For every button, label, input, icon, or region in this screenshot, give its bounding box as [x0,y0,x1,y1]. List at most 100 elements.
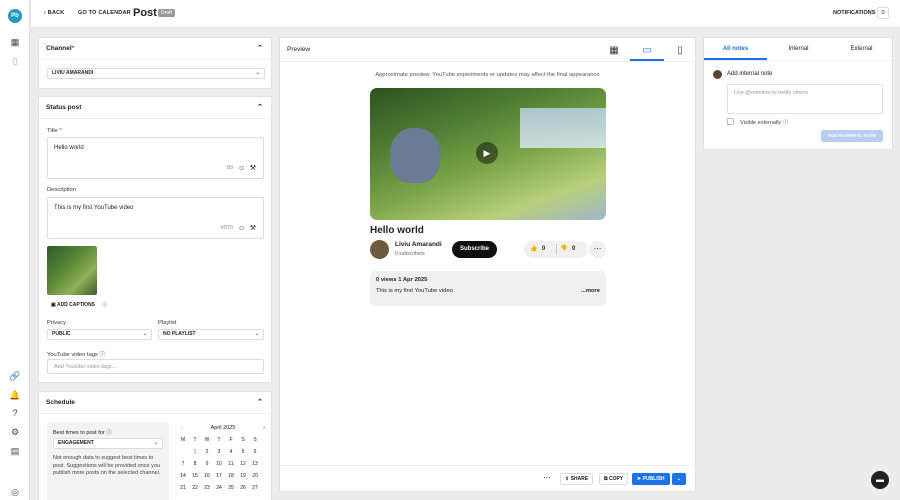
calendar-day[interactable]: 23 [201,482,213,494]
description-box[interactable]: 0 views 1 Apr 2025 This is my first YouT… [370,271,606,306]
calendar-grid: MTWTFSS 123456 7 8 9 10 11 12 13 14 15 16 17 18 19 2… [177,434,261,494]
notifications-count: 0 [877,7,889,19]
notifications-icon[interactable]: 🔔 [9,389,21,401]
publish-button[interactable]: ➤ PUBLISH [632,473,670,485]
link-icon[interactable]: 🔗 [9,370,21,382]
calendar-day[interactable]: 6 [249,446,261,458]
description-field[interactable]: This is my first YouTube video 4970 ☺ ⚒ [47,197,264,239]
desktop-view-icon[interactable]: ▭ [630,41,664,61]
chevron-right-icon[interactable]: › [263,422,265,434]
chevron-left-icon[interactable]: ‹ [181,422,183,434]
calendar-day[interactable]: 4 [225,446,237,458]
chat-icon[interactable]: ▬ [871,471,889,489]
apps-icon[interactable]: ▦ [9,36,21,48]
calendar-day[interactable]: 9 [201,458,213,470]
weekday: S [241,437,245,443]
calendar-day[interactable]: 5 [237,446,249,458]
video-player[interactable]: ▶ [370,88,606,220]
settings-icon[interactable]: ⚙ [9,426,21,438]
copy-button[interactable]: ⧉ COPY [599,473,629,485]
back-button[interactable]: ‹ BACK [44,10,64,16]
playlist-label: Playlist [158,320,177,326]
notes-tabs: All notes Internal External [704,38,892,61]
more-options-icon[interactable]: ⋯ [543,473,551,482]
thumbs-down-icon[interactable]: 👎 [560,241,567,258]
emoji-icon[interactable]: ☺ [238,165,245,172]
privacy-select[interactable]: PUBLIC ⌄ [47,329,152,340]
status-post-header[interactable]: Status post ⌃ [39,97,271,119]
visible-externally-checkbox[interactable] [727,118,734,125]
calendar-day[interactable]: 7 [177,458,189,470]
weekday: T [193,437,197,443]
video-thumbnail[interactable] [47,246,97,295]
emoji-icon[interactable]: ☺ [238,225,245,232]
calendar-day[interactable]: 22 [189,482,201,494]
calendar-day[interactable]: 19 [237,470,249,482]
info-icon[interactable]: ⓘ [102,302,107,308]
tags-input[interactable]: Add Youtube video tags... [47,359,264,374]
mobile-view-icon[interactable]: ▯ [663,41,697,61]
calendar-day[interactable]: 17 [213,470,225,482]
building-icon[interactable]: ▤ [9,445,21,457]
more-link[interactable]: ...more [581,288,600,294]
channel-header[interactable]: Channel* ⌃ [39,38,271,60]
share-label: SHARE [570,476,589,482]
chevron-up-icon[interactable]: ⌃ [257,392,263,414]
grid-view-icon[interactable]: ▦ [597,41,631,61]
calendar-day[interactable]: 13 [249,458,261,470]
subscribe-button[interactable]: Subscribe [452,241,497,258]
info-icon[interactable]: ⓘ [99,352,105,358]
notifications-button[interactable]: NOTIFICATIONS [833,10,875,16]
tab-external[interactable]: External [830,38,893,60]
account-icon[interactable]: ◎ [9,486,21,498]
chevron-down-icon: ⌄ [153,440,158,446]
app-logo[interactable]: Pb [8,9,22,23]
calendar-day[interactable]: 20 [249,470,261,482]
info-icon[interactable]: ⓘ [106,430,112,436]
chevron-up-icon[interactable]: ⌃ [257,38,263,60]
avatar[interactable] [370,240,389,259]
tab-internal[interactable]: Internal [767,38,830,60]
chevron-up-icon[interactable]: ⌃ [257,97,263,119]
calendar-day[interactable]: 27 [249,482,261,494]
magic-wand-icon[interactable]: ⚒ [250,224,256,232]
calendar-day[interactable]: 10 [213,458,225,470]
play-icon[interactable]: ▶ [476,142,498,164]
calendar-day[interactable]: 15 [189,470,201,482]
help-icon[interactable]: ? [9,407,21,419]
playlist-select[interactable]: NO PLAYLIST ⌄ [158,329,264,340]
calendar-day[interactable]: 21 [177,482,189,494]
calendar-day[interactable]: 11 [225,458,237,470]
panel-icon[interactable]: ▯ [9,55,21,67]
calendar-day[interactable]: 26 [237,482,249,494]
calendar-day[interactable]: 12 [237,458,249,470]
info-icon[interactable]: ⓘ [783,120,789,126]
more-options-icon[interactable]: ⋯ [589,241,606,258]
status-post-card: Status post ⌃ Title * Hello world 89 ☺ ⚒ … [38,96,272,383]
calendar-day[interactable]: 1 [189,446,201,458]
calendar-day[interactable]: 14 [177,470,189,482]
status-post-header-label: Status post [46,104,82,111]
add-captions-button[interactable]: ▣ ADD CAPTIONS ⓘ [51,301,107,308]
go-to-calendar-button[interactable]: GO TO CALENDAR [78,10,131,16]
schedule-header[interactable]: Schedule ⌃ [39,392,271,414]
notes-panel: All notes Internal External Add internal… [703,37,893,150]
publish-options-chevron-icon[interactable]: ⌄ [672,473,686,485]
tab-all-notes[interactable]: All notes [704,38,767,60]
title-field[interactable]: Hello world 89 ☺ ⚒ [47,137,264,179]
thumbs-up-icon[interactable]: 👍 [530,241,537,258]
calendar-day[interactable]: 8 [189,458,201,470]
calendar-day[interactable]: 16 [201,470,213,482]
note-input[interactable]: Use @mention to notify others [727,84,883,114]
best-times-select[interactable]: ENGAGEMENT ⌄ [53,438,163,449]
calendar-day[interactable]: 18 [225,470,237,482]
calendar-day[interactable]: 3 [213,446,225,458]
calendar-day[interactable]: 2 [201,446,213,458]
share-button[interactable]: ⇪ SHARE [560,473,594,485]
calendar-day[interactable]: 24 [213,482,225,494]
best-times-value: ENGAGEMENT [58,440,94,446]
magic-wand-icon[interactable]: ⚒ [250,164,256,172]
calendar-day[interactable]: 25 [225,482,237,494]
channel-select[interactable]: LIVIU AMARANDI ⌄ [47,68,265,79]
add-internal-note-button[interactable]: ADD INTERNAL NOTE [821,130,883,142]
